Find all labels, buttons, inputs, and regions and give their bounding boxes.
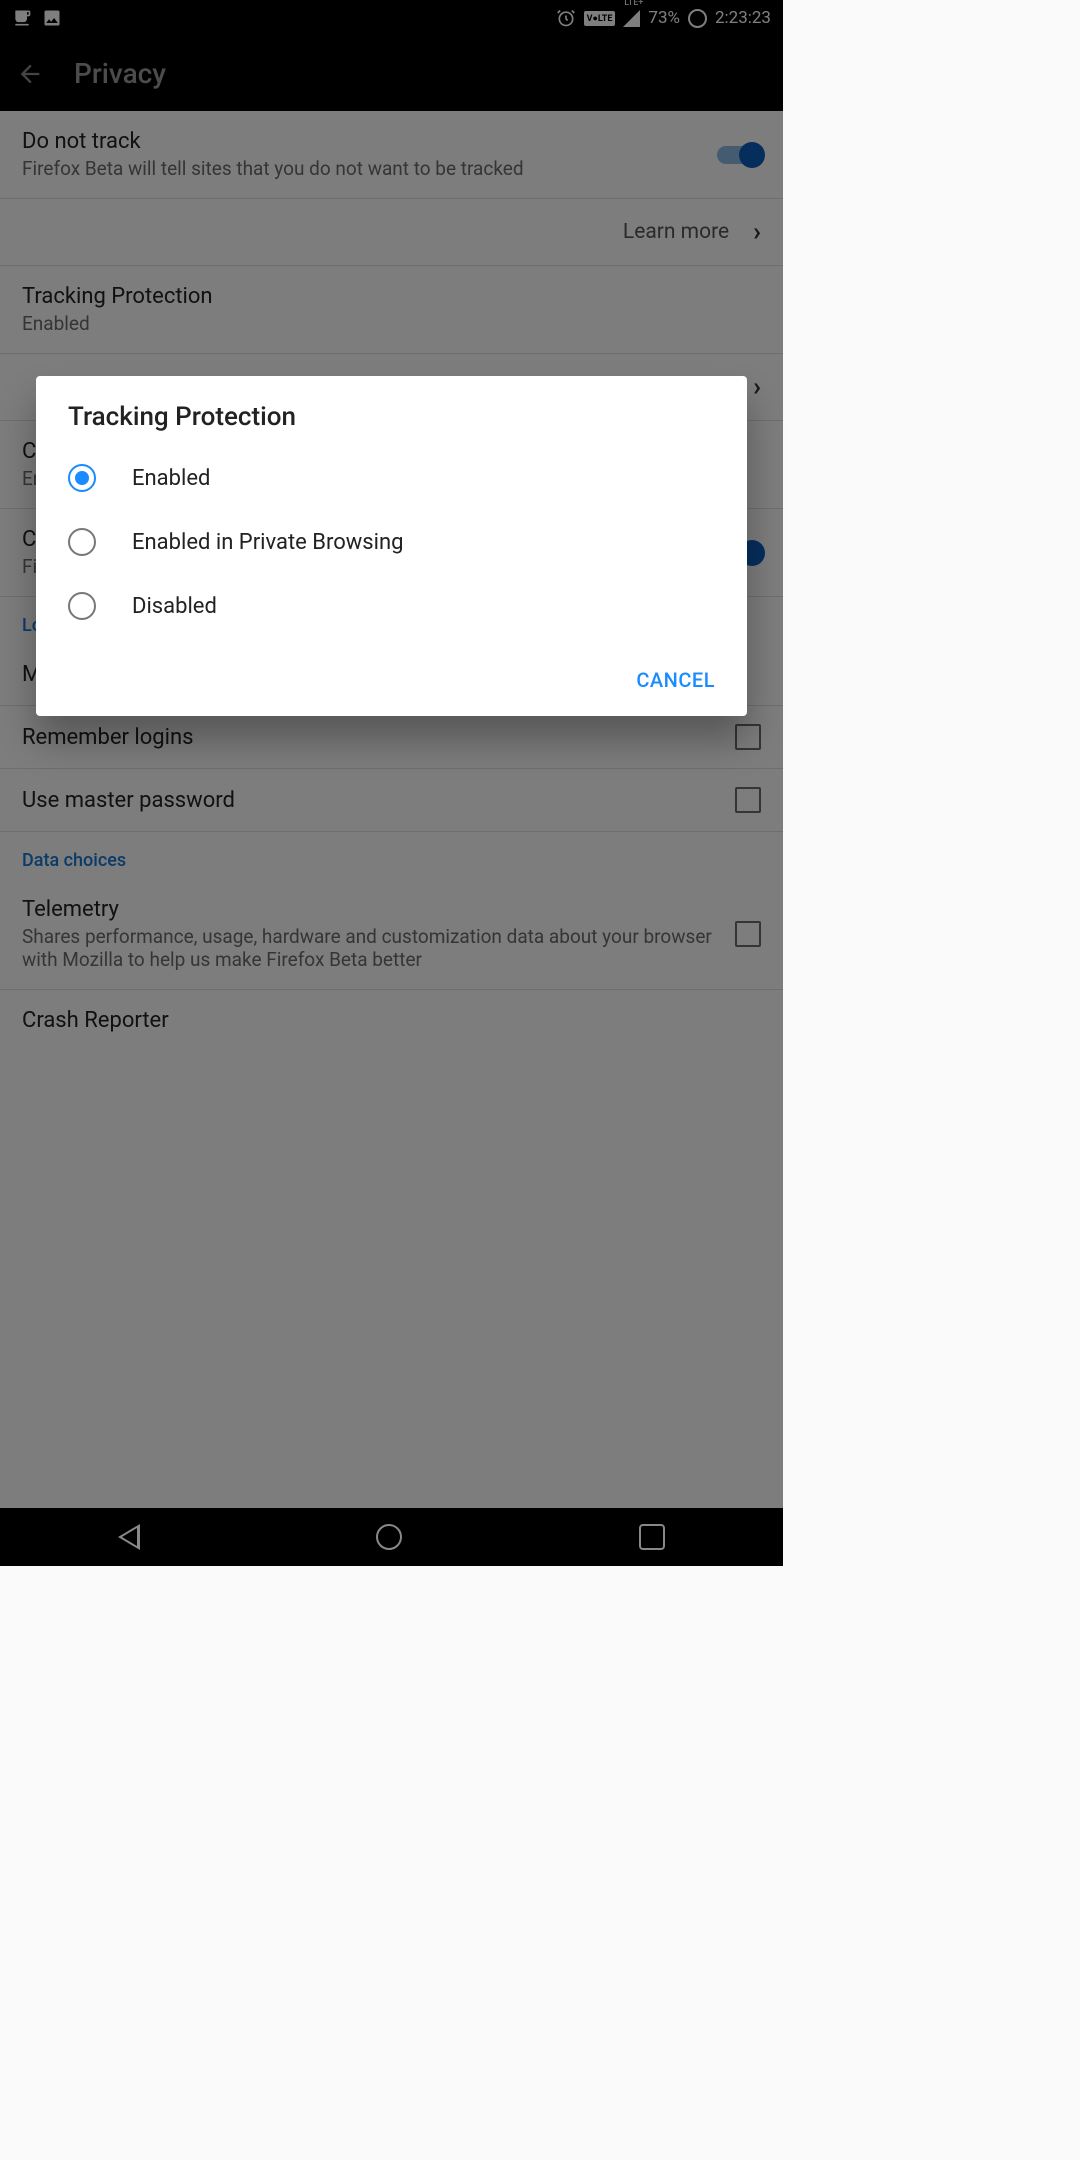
radio-disabled[interactable] [68,592,96,620]
cancel-button[interactable]: CANCEL [636,668,715,692]
option-enabled-private[interactable]: Enabled in Private Browsing [36,510,747,574]
navigation-bar [0,1508,783,1566]
nav-back-icon[interactable] [118,1524,140,1550]
dialog-title: Tracking Protection [36,402,747,446]
nav-home-icon[interactable] [376,1524,402,1550]
tracking-protection-dialog: Tracking Protection Enabled Enabled in P… [36,376,747,716]
radio-enabled[interactable] [68,464,96,492]
option-disabled[interactable]: Disabled [36,574,747,638]
radio-private[interactable] [68,528,96,556]
nav-recent-icon[interactable] [639,1524,665,1550]
option-enabled[interactable]: Enabled [36,446,747,510]
dialog-scrim[interactable] [0,0,783,1566]
